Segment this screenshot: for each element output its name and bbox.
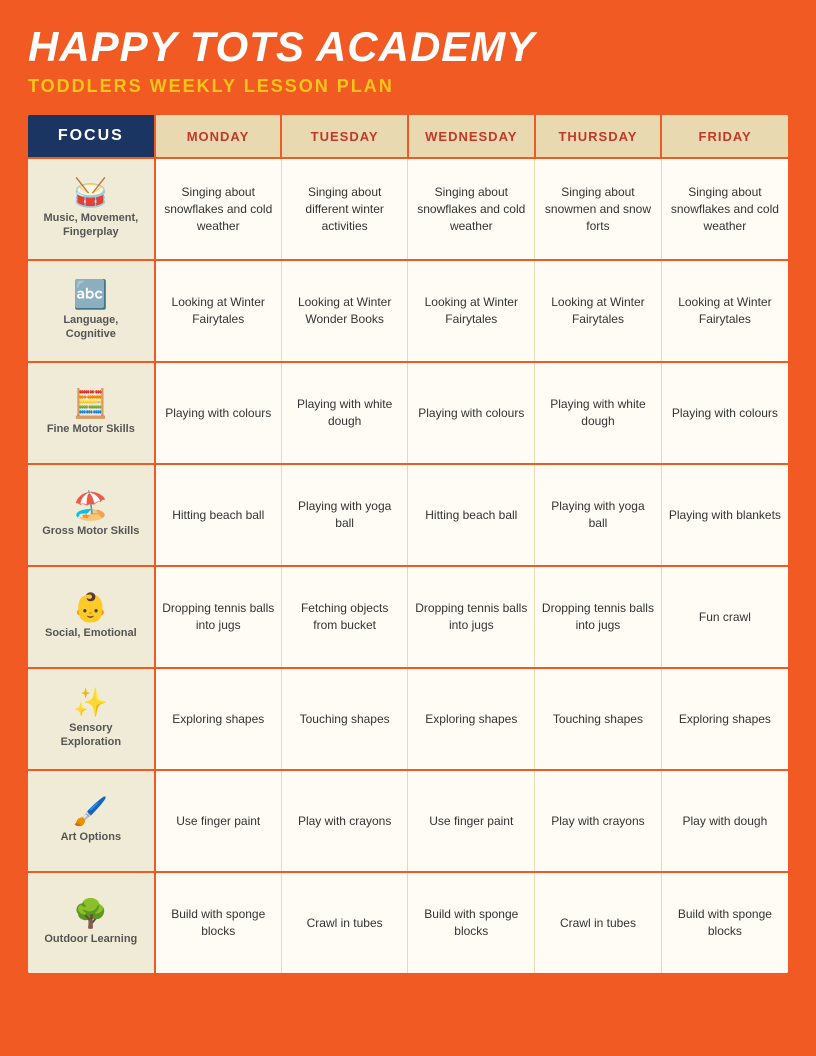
activity-friday: Looking at Winter Fairytales [661,260,788,362]
activity-tuesday: Playing with white dough [281,362,408,464]
activity-friday: Playing with blankets [661,464,788,566]
activity-friday: Singing about snowflakes and cold weathe… [661,158,788,260]
activity-monday: Exploring shapes [155,668,282,770]
table-row: 🌳 Outdoor Learning Build with sponge block… [28,872,788,973]
lesson-plan-table-wrapper: FOCUS MONDAY TUESDAY WEDNESDAY THURSDAY … [28,115,788,973]
activity-thursday: Looking at Winter Fairytales [535,260,662,362]
lesson-plan-table: FOCUS MONDAY TUESDAY WEDNESDAY THURSDAY … [28,115,788,973]
activity-thursday: Playing with white dough [535,362,662,464]
focus-label: Music, Movement, Fingerplay [38,211,144,240]
activity-friday: Play with dough [661,770,788,872]
activity-thursday: Play with crayons [535,770,662,872]
activity-monday: Singing about snowflakes and cold weathe… [155,158,282,260]
page-header: HAPPY TOTS ACADEMY TODDLERS WEEKLY LESSO… [28,24,788,97]
activity-wednesday: Playing with colours [408,362,535,464]
focus-cell: 🔤 Language, Cognitive [28,260,155,362]
activity-wednesday: Dropping tennis balls into jugs [408,566,535,668]
activity-wednesday: Exploring shapes [408,668,535,770]
page-subtitle: TODDLERS WEEKLY LESSON PLAN [28,76,535,97]
activity-monday: Playing with colours [155,362,282,464]
activity-tuesday: Touching shapes [281,668,408,770]
activity-thursday: Playing with yoga ball [535,464,662,566]
focus-cell: 🌳 Outdoor Learning [28,872,155,973]
activity-thursday: Touching shapes [535,668,662,770]
activity-friday: Build with sponge blocks [661,872,788,973]
table-row: 🔤 Language, Cognitive Looking at Winter Fa… [28,260,788,362]
activity-tuesday: Playing with yoga ball [281,464,408,566]
focus-label: Fine Motor Skills [47,422,135,436]
activity-tuesday: Crawl in tubes [281,872,408,973]
focus-label: Gross Motor Skills [42,524,139,538]
activity-tuesday: Play with crayons [281,770,408,872]
activity-wednesday: Singing about snowflakes and cold weathe… [408,158,535,260]
col-wednesday: WEDNESDAY [408,115,535,158]
focus-cell: 🧮 Fine Motor Skills [28,362,155,464]
focus-icon: 🥁 [73,179,108,207]
activity-friday: Fun crawl [661,566,788,668]
focus-cell: 👶 Social, Emotional [28,566,155,668]
activity-thursday: Dropping tennis balls into jugs [535,566,662,668]
activity-monday: Looking at Winter Fairytales [155,260,282,362]
focus-cell: 🖌️ Art Options [28,770,155,872]
activity-wednesday: Build with sponge blocks [408,872,535,973]
focus-label: Social, Emotional [45,626,137,640]
activity-thursday: Singing about snowmen and snow forts [535,158,662,260]
activity-tuesday: Looking at Winter Wonder Books [281,260,408,362]
activity-monday: Use finger paint [155,770,282,872]
table-row: ✨Sensory ExplorationExploring shapesTouc… [28,668,788,770]
table-row: 🖌️Art OptionsUse finger paintPlay with c… [28,770,788,872]
activity-friday: Exploring shapes [661,668,788,770]
activity-monday: Build with sponge blocks [155,872,282,973]
activity-tuesday: Singing about different winter activitie… [281,158,408,260]
activity-tuesday: Fetching objects from bucket [281,566,408,668]
focus-icon: 🔤 [73,281,108,309]
col-monday: MONDAY [155,115,282,158]
table-row: 🏖️Gross Motor SkillsHitting beach ballPl… [28,464,788,566]
focus-icon: 🧮 [73,390,108,418]
col-tuesday: TUESDAY [281,115,408,158]
col-thursday: THURSDAY [535,115,662,158]
focus-label: Art Options [61,830,122,844]
activity-friday: Playing with colours [661,362,788,464]
table-header-row: FOCUS MONDAY TUESDAY WEDNESDAY THURSDAY … [28,115,788,158]
focus-icon: 👶 [73,594,108,622]
activity-thursday: Crawl in tubes [535,872,662,973]
col-focus: FOCUS [28,115,155,158]
table-row: 🥁 Music, Movement, Fingerplay Singing abou… [28,158,788,260]
activity-monday: Hitting beach ball [155,464,282,566]
focus-icon: ✨ [73,689,108,717]
focus-label: Outdoor Learning [44,932,137,946]
focus-icon: 🏖️ [73,492,108,520]
focus-label: Sensory Exploration [38,721,144,750]
activity-wednesday: Use finger paint [408,770,535,872]
focus-cell: 🥁 Music, Movement, Fingerplay [28,158,155,260]
activity-wednesday: Looking at Winter Fairytales [408,260,535,362]
activity-monday: Dropping tennis balls into jugs [155,566,282,668]
focus-icon: 🖌️ [73,798,108,826]
table-row: 👶 Social, Emotional Dropping tennis balls … [28,566,788,668]
page-title: HAPPY TOTS ACADEMY [28,24,535,70]
focus-label: Language, Cognitive [38,313,144,342]
focus-cell: ✨ Sensory Exploration [28,668,155,770]
activity-wednesday: Hitting beach ball [408,464,535,566]
table-row: 🧮Fine Motor SkillsPlaying with coloursPl… [28,362,788,464]
col-friday: FRIDAY [661,115,788,158]
focus-icon: 🌳 [73,900,108,928]
focus-cell: 🏖️ Gross Motor Skills [28,464,155,566]
